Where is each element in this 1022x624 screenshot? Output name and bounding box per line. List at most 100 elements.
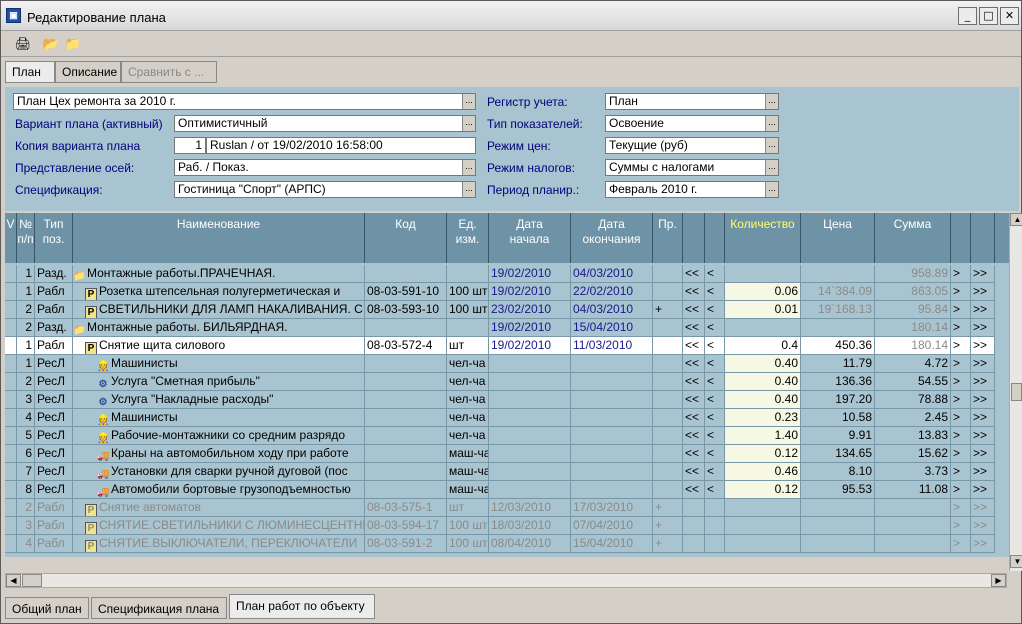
cell-name[interactable]: 👷 Машинисты — [73, 409, 365, 427]
minimize-button[interactable]: _ — [958, 7, 977, 25]
table-row[interactable]: 5 РесЛ 👷 Рабочие-монтажники со средним разр… — [5, 427, 1010, 445]
header-col-pr[interactable]: Пр. — [653, 213, 683, 263]
cell-name[interactable]: P СНЯТИЕ.ВЫКЛЮЧАТЕЛИ, ПЕРЕКЛЮЧАТЕЛИ — [73, 535, 365, 553]
scroll-up-icon[interactable]: ▲ — [1010, 213, 1022, 226]
table-row[interactable]: 1 Разд. 📁 Монтажные работы.ПРАЧЕЧНАЯ. 19/02/… — [5, 265, 1010, 283]
cell-name[interactable]: P СНЯТИЕ.СВЕТИЛЬНИКИ С ЛЮМИНЕСЦЕНТНЫ — [73, 517, 365, 535]
axes-field[interactable]: Раб. / Показ.... — [174, 159, 476, 176]
variant-dropdown-button[interactable]: ... — [462, 116, 475, 131]
cell-qty[interactable]: 0.23 — [725, 409, 801, 427]
table-row[interactable]: 4 РесЛ 👷 Машинисты чел-ча << <0.23 10.58 2.45 > >> — [5, 409, 1010, 427]
tab-general-plan[interactable]: Общий план — [5, 597, 89, 619]
spec-field[interactable]: Гостиница "Спорт" (АРПС)... — [174, 181, 476, 198]
cell-qty[interactable] — [725, 499, 801, 517]
vertical-scrollbar[interactable]: ▲ ▼ — [1009, 213, 1022, 571]
cell-name[interactable]: 👷 Машинисты — [73, 355, 365, 373]
taxes-dropdown-button[interactable]: ... — [765, 160, 778, 175]
cell-qty[interactable]: 0.01 — [725, 301, 801, 319]
table-row[interactable]: 6 РесЛ 🚚 Краны на автомобильном ходу при ра… — [5, 445, 1010, 463]
close-button[interactable]: ✕ — [1000, 7, 1019, 25]
header-col-name[interactable]: Наименование — [73, 213, 365, 263]
indicators-field[interactable]: Освоение... — [605, 115, 779, 132]
cell-name[interactable]: P Снятие автоматов — [73, 499, 365, 517]
period-dropdown-button[interactable]: ... — [765, 182, 778, 197]
cell-name[interactable]: P СВЕТИЛЬНИКИ ДЛЯ ЛАМП НАКАЛИВАНИЯ. С — [73, 301, 365, 319]
cell-qty[interactable]: 0.40 — [725, 355, 801, 373]
cell-qty[interactable] — [725, 319, 801, 337]
horizontal-scrollbar[interactable]: ◀ ▶ — [5, 573, 1007, 588]
cell-qty[interactable]: 0.46 — [725, 463, 801, 481]
hscroll-thumb[interactable] — [22, 574, 42, 587]
table-row[interactable]: 1 РесЛ 👷 Машинисты чел-ча << <0.40 11.79 4.72 > >> — [5, 355, 1010, 373]
table-row[interactable]: 8 РесЛ 🚚 Автомобили бортовые грузоподъемнос… — [5, 481, 1010, 499]
cell-qty[interactable]: 0.12 — [725, 445, 801, 463]
maximize-button[interactable]: □ — [979, 7, 998, 25]
scroll-right-icon[interactable]: ▶ — [991, 574, 1006, 587]
cell-qty[interactable]: 0.4 — [725, 337, 801, 355]
cell-name[interactable]: ⚙ Услуга "Накладные расходы" — [73, 391, 365, 409]
header-col-type[interactable]: Тип поз. — [35, 213, 73, 263]
cell-qty[interactable] — [725, 517, 801, 535]
prices-field[interactable]: Текущие (руб)... — [605, 137, 779, 154]
variant-field[interactable]: Оптимистичный... — [174, 115, 476, 132]
header-col-sum[interactable]: Сумма — [875, 213, 951, 263]
tab-plan[interactable]: План — [5, 61, 55, 83]
register-field[interactable]: План... — [605, 93, 779, 110]
header-col-end-date[interactable]: Дата окончания — [571, 213, 653, 263]
indicators-dropdown-button[interactable]: ... — [765, 116, 778, 131]
scroll-down-icon[interactable]: ▼ — [1010, 555, 1022, 568]
cell-qty[interactable] — [725, 535, 801, 553]
cell-name[interactable]: 🚚 Установки для сварки ручной дуговой (по… — [73, 463, 365, 481]
table-row[interactable]: 2 Рабл P СВЕТИЛЬНИКИ ДЛЯ ЛАМП НАКАЛИВАНИЯ. … — [5, 301, 1010, 319]
header-col-num[interactable]: № п/п — [17, 213, 35, 263]
table-row[interactable]: 2 Разд. 📁 Монтажные работы. БИЛЬЯРДНАЯ. 19/0… — [5, 319, 1010, 337]
cell-qty[interactable]: 0.06 — [725, 283, 801, 301]
cell-name[interactable]: 📁 Монтажные работы. БИЛЬЯРДНАЯ. — [73, 319, 365, 337]
cell-qty[interactable]: 1.40 — [725, 427, 801, 445]
tab-compare[interactable]: Сравнить с ... — [121, 61, 217, 83]
cell-name[interactable]: ⚙ Услуга "Сметная прибыль" — [73, 373, 365, 391]
cell-name[interactable]: P Снятие щита силового — [73, 337, 365, 355]
prices-dropdown-button[interactable]: ... — [765, 138, 778, 153]
plan-field[interactable]: План Цех ремонта за 2010 г.... — [13, 93, 476, 110]
table-row[interactable]: 3 Рабл P СНЯТИЕ.СВЕТИЛЬНИКИ С ЛЮМИНЕСЦЕНТНЫ… — [5, 517, 1010, 535]
tab-plan-specification[interactable]: Спецификация плана — [91, 597, 227, 619]
header-col-code[interactable]: Код — [365, 213, 447, 263]
header-col-nav4[interactable] — [971, 213, 995, 263]
header-col-nav2[interactable] — [705, 213, 725, 263]
print-icon[interactable]: 🖨 — [13, 35, 33, 54]
plan-dropdown-button[interactable]: ... — [462, 94, 475, 109]
open-folder-alt-icon[interactable]: 📁 — [63, 35, 83, 54]
cell-name[interactable]: 👷 Рабочие-монтажники со средним разрядо — [73, 427, 365, 445]
scroll-thumb[interactable] — [1011, 383, 1022, 401]
header-col-price[interactable]: Цена — [801, 213, 875, 263]
cell-qty[interactable] — [725, 265, 801, 283]
register-dropdown-button[interactable]: ... — [765, 94, 778, 109]
open-folder-icon[interactable]: 📂 — [41, 35, 61, 54]
cell-name[interactable]: P Розетка штепсельная полугерметическая и — [73, 283, 365, 301]
copy-number-field[interactable]: 1 — [174, 137, 206, 154]
header-col-start-date[interactable]: Дата начала — [489, 213, 571, 263]
taxes-field[interactable]: Суммы с налогами... — [605, 159, 779, 176]
tab-description[interactable]: Описание — [55, 61, 121, 83]
cell-name[interactable]: 📁 Монтажные работы.ПРАЧЕЧНАЯ. — [73, 265, 365, 283]
table-row[interactable]: 1 Рабл P Розетка штепсельная полугерметичес… — [5, 283, 1010, 301]
table-row[interactable]: 3 РесЛ ⚙ Услуга "Накладные расходы" чел-ча <<… — [5, 391, 1010, 409]
axes-dropdown-button[interactable]: ... — [462, 160, 475, 175]
table-row[interactable]: 2 Рабл P Снятие автоматов 08-03-575-1 шт 12/03… — [5, 499, 1010, 517]
header-col-qty[interactable]: Количество — [725, 213, 801, 263]
cell-qty[interactable]: 0.40 — [725, 373, 801, 391]
copy-field[interactable]: Ruslan / от 19/02/2010 16:58:00 — [206, 137, 476, 154]
table-row[interactable]: 4 Рабл P СНЯТИЕ.ВЫКЛЮЧАТЕЛИ, ПЕРЕКЛЮЧАТЕЛИ 0… — [5, 535, 1010, 553]
cell-name[interactable]: 🚚 Краны на автомобильном ходу при работе — [73, 445, 365, 463]
table-row[interactable]: 1 Рабл P Снятие щита силового 08-03-572-4 шт 1… — [5, 337, 1010, 355]
header-col-v[interactable]: V — [5, 213, 17, 263]
spec-dropdown-button[interactable]: ... — [462, 182, 475, 197]
scroll-left-icon[interactable]: ◀ — [6, 574, 21, 587]
cell-qty[interactable]: 0.12 — [725, 481, 801, 499]
cell-name[interactable]: 🚚 Автомобили бортовые грузоподъемностью — [73, 481, 365, 499]
table-row[interactable]: 7 РесЛ 🚚 Установки для сварки ручной дугово… — [5, 463, 1010, 481]
tab-object-work-plan[interactable]: План работ по объекту — [229, 594, 375, 619]
cell-qty[interactable]: 0.40 — [725, 391, 801, 409]
header-col-nav1[interactable] — [683, 213, 705, 263]
